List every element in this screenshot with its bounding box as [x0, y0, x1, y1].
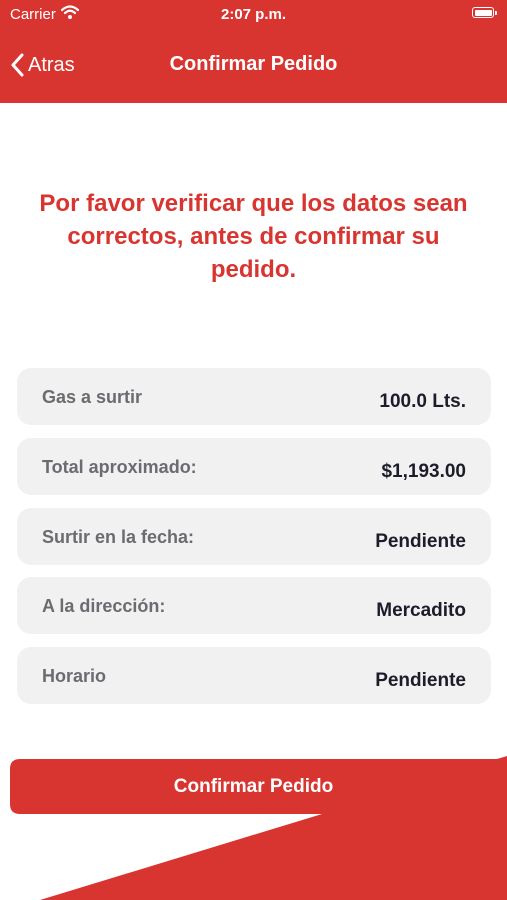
detail-row-total: Total aproximado: $1,193.00 — [17, 438, 491, 495]
status-bar: Carrier 2:07 p.m. — [0, 0, 507, 30]
battery-icon — [472, 7, 497, 18]
row-value: 100.0 Lts. — [379, 391, 466, 412]
row-value: Mercadito — [376, 600, 466, 621]
header-bar: Carrier 2:07 p.m. Atras Confirmar Pedido — [0, 0, 507, 103]
row-label: Gas a surtir — [42, 387, 143, 407]
detail-row-gas: Gas a surtir 100.0 Lts. — [17, 368, 491, 425]
row-label: Horario — [42, 666, 107, 686]
detail-row-address: A la dirección: Mercadito — [17, 577, 491, 634]
row-label: A la dirección: — [42, 596, 166, 616]
row-label: Total aproximado: — [42, 457, 197, 477]
detail-row-date: Surtir en la fecha: Pendiente — [17, 508, 491, 565]
status-time: 2:07 p.m. — [220, 6, 287, 23]
row-label: Surtir en la fecha: — [42, 527, 195, 547]
row-value: Pendiente — [375, 670, 466, 691]
row-value: $1,193.00 — [381, 461, 466, 482]
detail-row-schedule: Horario Pendiente — [17, 647, 491, 704]
confirm-order-button[interactable]: Confirmar Pedido — [10, 759, 497, 814]
page-title: Confirmar Pedido — [169, 53, 338, 75]
verification-message: Por favor verificar que los datos sean c… — [39, 190, 468, 283]
row-value: Pendiente — [375, 531, 466, 552]
